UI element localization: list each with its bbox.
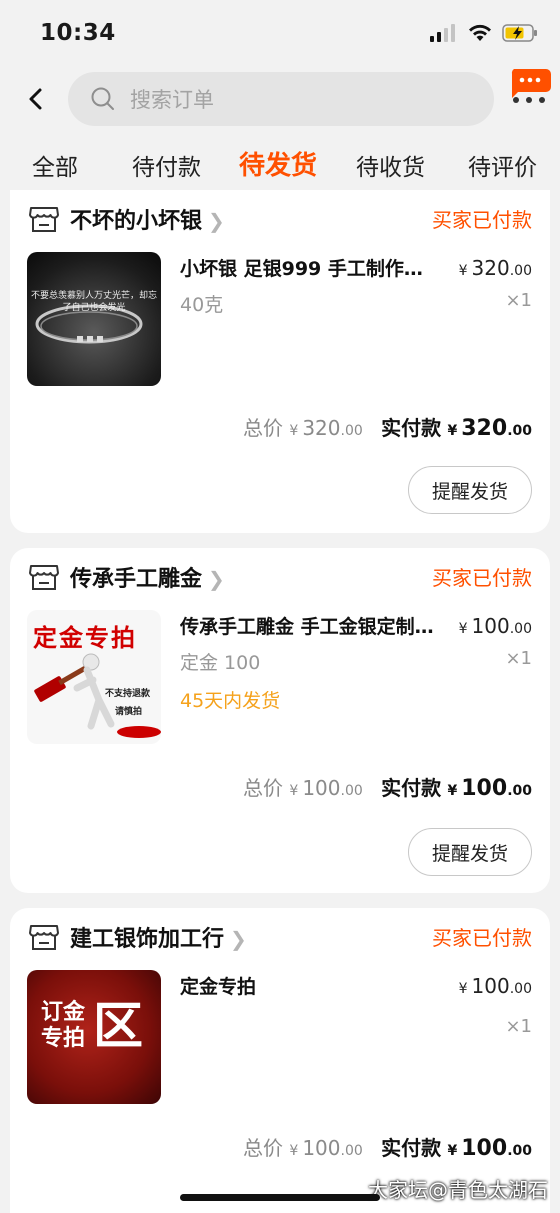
tab-all[interactable]: 全部 bbox=[32, 148, 78, 182]
signal-icon bbox=[430, 24, 455, 42]
auction-hammer-illustration bbox=[34, 653, 161, 738]
order-totals: 总价 ¥100.00 实付款 ¥100.00 bbox=[243, 776, 532, 801]
unit-price: ¥100.00 bbox=[458, 614, 532, 638]
home-indicator[interactable] bbox=[180, 1194, 380, 1201]
order-status: 买家已付款 bbox=[432, 566, 532, 590]
product-image[interactable]: 定金专拍 不支持退款 请慎拍 bbox=[27, 610, 161, 744]
status-icons bbox=[430, 24, 538, 42]
shop-name[interactable]: 不坏的小坏银 ❯ bbox=[70, 203, 225, 235]
order-totals: 总价 ¥100.00 实付款 ¥100.00 bbox=[243, 1136, 532, 1161]
search-row: 搜索订单 bbox=[0, 68, 560, 128]
quantity: ×1 bbox=[505, 648, 532, 669]
quantity: ×1 bbox=[505, 1016, 532, 1037]
search-placeholder: 搜索订单 bbox=[130, 88, 214, 112]
store-icon bbox=[29, 565, 59, 590]
unit-price: ¥320.00 bbox=[458, 256, 532, 280]
shop-row[interactable]: 建工银饰加工行 ❯ 买家已付款 bbox=[10, 908, 550, 968]
status-time: 10:34 bbox=[40, 20, 116, 46]
chevron-right-icon: ❯ bbox=[208, 567, 225, 591]
tab-pending-receipt[interactable]: 待收货 bbox=[356, 148, 425, 182]
careful-bid-note: 请慎拍 bbox=[115, 707, 143, 717]
product-image[interactable]: 订金 专拍 区 bbox=[27, 970, 161, 1104]
tab-pending-review[interactable]: 待评价 bbox=[468, 148, 537, 182]
order-card[interactable]: 不坏的小坏银 ❯ 买家已付款 不要总羡慕别人万丈光芒，却忘了自己也会发光 小坏银 … bbox=[10, 190, 550, 533]
shop-name[interactable]: 传承手工雕金 ❯ bbox=[70, 561, 225, 593]
shop-name[interactable]: 建工银饰加工行 ❯ bbox=[70, 921, 247, 953]
tab-pending-shipment[interactable]: 待发货 bbox=[239, 145, 317, 182]
battery-charging-icon bbox=[502, 24, 537, 42]
order-status: 买家已付款 bbox=[432, 926, 532, 950]
product-image[interactable]: 不要总羡慕别人万丈光芒，却忘了自己也会发光 bbox=[27, 252, 161, 386]
shipping-note: 45天内发货 bbox=[180, 690, 281, 712]
watermark: 大家坛@青色太湖石 bbox=[368, 1178, 548, 1202]
quantity: ×1 bbox=[505, 290, 532, 311]
shop-row[interactable]: 传承手工雕金 ❯ 买家已付款 bbox=[10, 548, 550, 608]
shop-row[interactable]: 不坏的小坏银 ❯ 买家已付款 bbox=[10, 190, 550, 250]
tab-pending-payment[interactable]: 待付款 bbox=[132, 148, 201, 182]
search-icon bbox=[91, 87, 114, 110]
order-tabs: 全部 待付款 待发货 待收货 待评价 bbox=[0, 138, 560, 190]
back-arrow-icon[interactable] bbox=[22, 84, 48, 114]
status-bar: 10:34 bbox=[0, 0, 560, 64]
search-input[interactable]: 搜索订单 bbox=[68, 72, 494, 126]
unit-price: ¥100.00 bbox=[458, 974, 532, 998]
wifi-icon bbox=[469, 24, 491, 41]
store-icon bbox=[29, 925, 59, 950]
chevron-right-icon: ❯ bbox=[208, 209, 225, 233]
order-totals: 总价 ¥320.00 实付款 ¥320.00 bbox=[243, 416, 532, 441]
thumb-text-line1: 订金 bbox=[41, 1000, 86, 1025]
thumb-text-big: 区 bbox=[93, 997, 143, 1055]
product-title[interactable]: 传承手工雕金 手工金银定制… bbox=[180, 612, 450, 639]
remind-shipment-button[interactable]: 提醒发货 bbox=[408, 828, 532, 876]
product-spec: 40克 bbox=[180, 294, 224, 316]
product-image-caption: 不要总羡慕别人万丈光芒，却忘了自己也会发光 bbox=[31, 291, 158, 313]
bracelet-illustration bbox=[35, 304, 143, 344]
store-icon bbox=[29, 207, 59, 232]
product-title[interactable]: 小坏银 足银999 手工制作… bbox=[180, 254, 450, 281]
product-spec: 定金 100 bbox=[180, 652, 261, 674]
more-menu-icon[interactable] bbox=[508, 68, 552, 110]
order-card[interactable]: 建工银饰加工行 ❯ 买家已付款 订金 专拍 区 定金专拍 ¥100.00 ×1 总… bbox=[10, 908, 550, 1213]
remind-shipment-button[interactable]: 提醒发货 bbox=[408, 466, 532, 514]
thumb-text-line2: 专拍 bbox=[41, 1026, 86, 1051]
order-status: 买家已付款 bbox=[432, 208, 532, 232]
no-refund-note: 不支持退款 bbox=[105, 689, 151, 699]
product-title[interactable]: 定金专拍 bbox=[180, 972, 450, 999]
chevron-right-icon: ❯ bbox=[230, 927, 247, 951]
order-card[interactable]: 传承手工雕金 ❯ 买家已付款 定金专拍 不支持退款 请慎拍 传承手工雕金 手工金银… bbox=[10, 548, 550, 893]
